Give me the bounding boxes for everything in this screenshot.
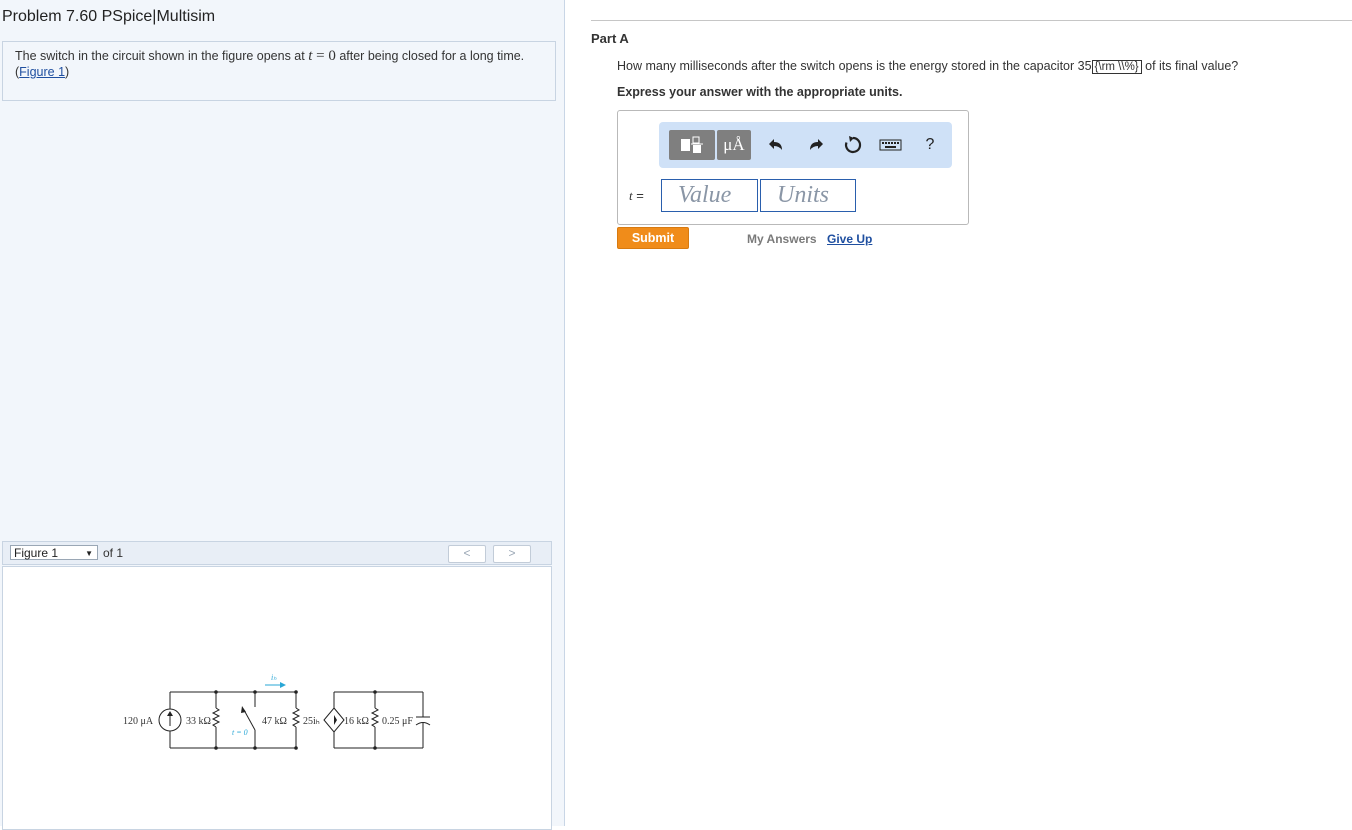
help-button[interactable]: ?	[921, 130, 939, 160]
next-figure-button[interactable]: >	[493, 545, 531, 563]
intro-text-1: The switch in the circuit shown in the f…	[15, 49, 309, 63]
figure-count: of 1	[103, 546, 124, 560]
intro-eq: = 0	[312, 48, 336, 64]
switch-time-label: t = 0	[232, 728, 248, 737]
figure-link[interactable]: Figure 1	[19, 65, 65, 79]
problem-intro: The switch in the circuit shown in the f…	[2, 41, 556, 101]
figure-panel: 120 μA 33 kΩ t = 0 iₕ 47 kΩ 25iₕ 16 kΩ 0…	[2, 566, 552, 830]
problem-title: Problem 7.60 PSpice|Multisim	[2, 8, 216, 25]
question-before: How many milliseconds after the switch o…	[617, 59, 1092, 73]
reset-icon[interactable]	[841, 130, 865, 160]
answer-box: μÅ ? t = Value Units	[617, 110, 969, 225]
part-label: Part A	[591, 31, 629, 46]
submit-button[interactable]: Submit	[617, 227, 689, 249]
circuit-diagram: 120 μA 33 kΩ t = 0 iₕ 47 kΩ 25iₕ 16 kΩ 0…	[123, 673, 431, 750]
math-toolbar: μÅ ?	[659, 122, 952, 168]
problem-pane: Problem 7.60 PSpice|Multisim The switch …	[0, 0, 565, 830]
intro-end: )	[65, 65, 70, 79]
give-up-link[interactable]: Give Up	[827, 232, 872, 246]
source-label: 120 μA	[123, 716, 154, 727]
value-input[interactable]: Value	[661, 179, 758, 212]
keyboard-icon[interactable]	[877, 130, 905, 160]
current-label: iₕ	[271, 673, 277, 682]
figure-toolbar: Figure 1 ▼ of 1 < >	[2, 541, 552, 565]
question-text: How many milliseconds after the switch o…	[617, 59, 1239, 74]
answer-variable-label: t =	[629, 188, 644, 204]
r1-label: 33 kΩ	[186, 716, 211, 727]
r3-label: 16 kΩ	[344, 716, 369, 727]
r2-label: 47 kΩ	[262, 716, 287, 727]
units-input[interactable]: Units	[760, 179, 856, 212]
cap-label: 0.25 μF	[382, 716, 413, 727]
undo-icon[interactable]	[765, 130, 789, 160]
question-boxed: {\rm \\%}	[1091, 60, 1142, 74]
part-divider	[591, 20, 1352, 21]
figure-select-value: Figure 1	[14, 546, 59, 560]
question-after: of its final value?	[1141, 59, 1239, 73]
units-button[interactable]: μÅ	[717, 130, 751, 160]
fraction-template-icon[interactable]	[669, 130, 715, 160]
my-answers-link[interactable]: My Answers	[747, 232, 817, 246]
figure-select[interactable]: Figure 1 ▼	[10, 545, 98, 560]
redo-icon[interactable]	[803, 130, 827, 160]
prev-figure-button[interactable]: <	[448, 545, 486, 563]
dep-source-label: 25iₕ	[303, 716, 320, 727]
express-instruction: Express your answer with the appropriate…	[617, 85, 903, 99]
answer-eq: =	[632, 188, 644, 203]
dropdown-arrow-icon: ▼	[85, 549, 93, 558]
